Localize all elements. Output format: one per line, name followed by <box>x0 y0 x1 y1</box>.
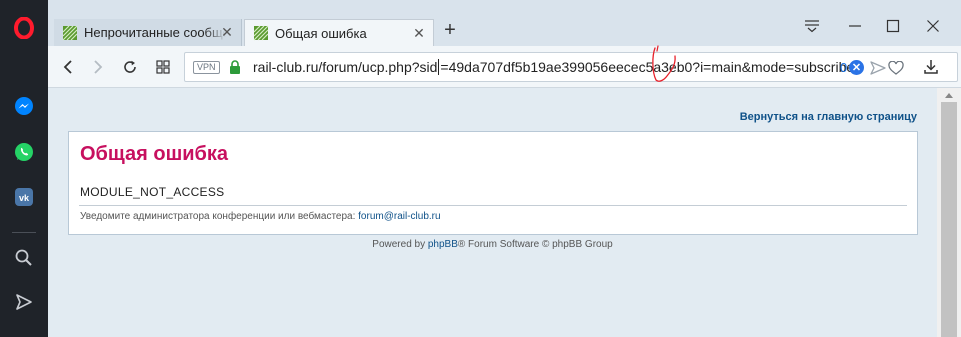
search-icon[interactable] <box>0 238 48 278</box>
vk-icon[interactable]: vk <box>0 177 48 217</box>
adblock-counter: 0 <box>840 60 848 75</box>
minimize-icon[interactable] <box>843 16 867 36</box>
adblock-icon[interactable]: ✕ <box>849 60 864 75</box>
tab-strip: Непрочитанные сообщения ✕ Общая ошибка ✕… <box>48 0 961 46</box>
tab-general-error[interactable]: Общая ошибка ✕ <box>244 19 434 46</box>
whatsapp-icon[interactable] <box>0 132 48 172</box>
page-footer: Powered by phpBB® Forum Software © phpBB… <box>48 239 937 250</box>
tab-close-icon[interactable]: ✕ <box>411 25 427 41</box>
svg-text:vk: vk <box>19 193 30 203</box>
divider <box>79 205 907 206</box>
error-code: MODULE_NOT_ACCESS <box>80 185 225 199</box>
snap-send-icon[interactable] <box>869 59 887 77</box>
forward-icon[interactable] <box>87 57 109 77</box>
vpn-badge[interactable]: VPN <box>193 61 220 74</box>
error-panel: Общая ошибка MODULE_NOT_ACCESS Уведомите… <box>68 131 918 235</box>
tab-close-icon[interactable]: ✕ <box>219 24 235 40</box>
forum-favicon-icon <box>253 25 269 41</box>
address-bar[interactable]: VPN rail-club.ru/forum/ucp.php?sid =49da7… <box>184 52 958 82</box>
close-window-icon[interactable] <box>921 16 945 36</box>
new-tab-button[interactable]: + <box>440 20 460 41</box>
opera-sidebar: vk <box>0 0 48 337</box>
page-content: Вернуться на главную страницу Общая ошиб… <box>48 88 937 337</box>
reload-icon[interactable] <box>119 57 141 77</box>
tab-title: Общая ошибка <box>275 25 367 41</box>
tab-unread-messages[interactable]: Непрочитанные сообщения ✕ <box>54 19 242 46</box>
error-notice: Уведомите администратора конференции или… <box>80 211 441 222</box>
url-text[interactable]: rail-club.ru/forum/ucp.php?sid =49da707df… <box>253 59 862 75</box>
error-title: Общая ошибка <box>80 143 229 165</box>
scroll-up-icon[interactable] <box>937 88 961 102</box>
download-icon[interactable] <box>920 57 942 77</box>
notice-text: Уведомите администратора конференции или… <box>80 211 359 222</box>
speed-dial-icon[interactable] <box>152 57 174 77</box>
send-icon[interactable] <box>0 282 48 322</box>
browser-toolbar: VPN rail-club.ru/forum/ucp.php?sid =49da7… <box>48 46 961 88</box>
vertical-scrollbar[interactable] <box>937 88 961 337</box>
tab-title: Непрочитанные сообщения <box>84 25 226 40</box>
back-icon[interactable] <box>57 57 79 77</box>
phpbb-link[interactable]: phpBB <box>428 239 458 250</box>
opera-logo-icon[interactable] <box>0 8 48 48</box>
messenger-icon[interactable] <box>0 86 48 126</box>
scrollbar-thumb[interactable] <box>941 102 957 337</box>
bookmark-heart-icon[interactable] <box>887 59 905 77</box>
forum-favicon-icon <box>62 25 78 40</box>
footer-suffix: ® Forum Software © phpBB Group <box>457 239 613 250</box>
return-home-link[interactable]: Вернуться на главную страницу <box>740 111 917 123</box>
maximize-icon[interactable] <box>881 16 905 36</box>
admin-email-link[interactable]: forum@rail-club.ru <box>358 211 440 222</box>
secure-lock-icon[interactable] <box>229 60 241 74</box>
tab-menu-icon[interactable] <box>800 16 824 36</box>
footer-prefix: Powered by <box>372 239 428 250</box>
